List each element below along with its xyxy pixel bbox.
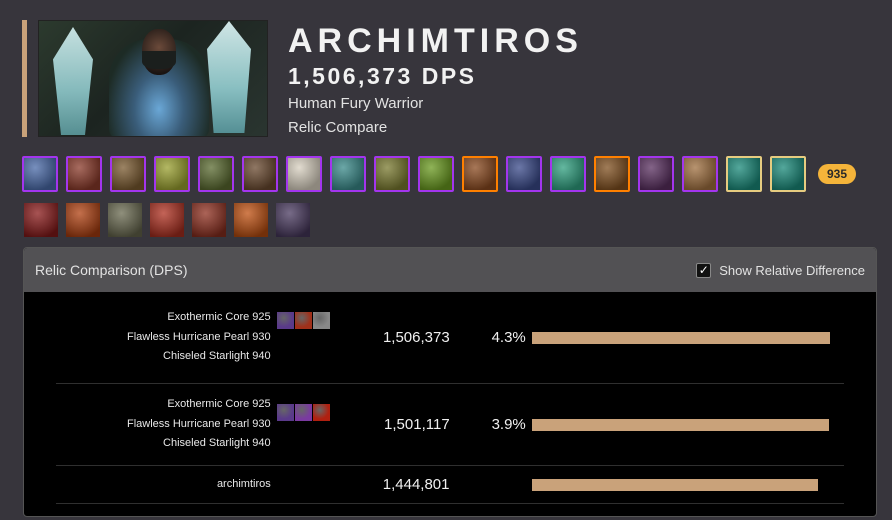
relic-fel-icon[interactable] [276, 404, 294, 421]
relic-name: Exothermic Core 925 [167, 311, 271, 324]
portrait-mask [142, 51, 176, 69]
ring-icon[interactable] [550, 156, 586, 192]
portrait-crystal-right [207, 21, 251, 133]
dps-bar-track [531, 418, 844, 431]
talent-5-icon[interactable] [192, 203, 226, 237]
panel-title: Relic Comparison (DPS) [35, 262, 188, 278]
gear-row: 935 [22, 156, 857, 192]
dps-value: 1,444,801 [382, 476, 450, 493]
talent-4-icon[interactable] [150, 203, 184, 237]
relic-name: Flawless Hurricane Pearl 930 [126, 330, 271, 343]
relic-icons [271, 404, 330, 421]
panel-header: Relic Comparison (DPS) ✓ Show Relative D… [24, 248, 876, 292]
relic-icons [271, 312, 330, 329]
dps-bar [531, 331, 830, 344]
relative-difference: 4.3% [491, 329, 526, 346]
gloves-icon[interactable] [374, 156, 410, 192]
legs-icon[interactable] [462, 156, 498, 192]
ring-2-icon[interactable] [594, 156, 630, 192]
relic-shadow-icon[interactable] [294, 404, 312, 421]
talent-3-icon[interactable] [108, 203, 142, 237]
header-accent-bar [22, 20, 27, 137]
sim-mode: Relic Compare [288, 119, 388, 136]
weapon-icon[interactable] [726, 156, 762, 192]
talent-6-icon[interactable] [234, 203, 268, 237]
offhand-icon[interactable] [770, 156, 806, 192]
shirt-icon[interactable] [242, 156, 278, 192]
talent-7-icon[interactable] [276, 203, 310, 237]
talent-1-icon[interactable] [24, 203, 58, 237]
relic-name: Chiseled Starlight 940 [163, 350, 271, 363]
tabard-icon[interactable] [286, 156, 322, 192]
belt-icon[interactable] [418, 156, 454, 192]
chest-icon[interactable] [198, 156, 234, 192]
relic-list: Exothermic Core 925 Flawless Hurricane Pe… [56, 395, 271, 454]
character-portrait [38, 20, 268, 137]
relic-name: Chiseled Starlight 940 [163, 437, 271, 450]
dps-value: 1,506,373 [382, 329, 450, 346]
trinket-icon[interactable] [638, 156, 674, 192]
relic-fel-icon[interactable] [276, 312, 294, 329]
character-spec: Human Fury Warrior [288, 95, 424, 112]
portrait-crystal-left [53, 27, 93, 135]
talent-2-icon[interactable] [66, 203, 100, 237]
shoulder-icon[interactable] [110, 156, 146, 192]
dps-bar-track [531, 478, 844, 491]
relative-difference-toggle[interactable]: ✓ Show Relative Difference [696, 262, 865, 278]
character-dps: 1,506,373 DPS [288, 63, 477, 89]
boots-icon[interactable] [506, 156, 542, 192]
relic-name: archimtiros [216, 477, 271, 490]
comparison-row: archimtiros 1,444,801 [56, 466, 844, 504]
relic-name: Flawless Hurricane Pearl 930 [126, 417, 271, 430]
relic-fire-icon[interactable] [294, 312, 312, 329]
relative-difference-checkbox[interactable]: ✓ [696, 262, 712, 278]
relic-blood-icon[interactable] [312, 404, 330, 421]
relic-list: archimtiros [56, 475, 271, 495]
relic-list: Exothermic Core 925 Flawless Hurricane Pe… [56, 308, 271, 367]
dps-bar [531, 418, 829, 431]
item-level-badge: 935 [818, 164, 857, 184]
dps-bar [531, 478, 818, 491]
dps-value: 1,501,117 [384, 416, 450, 433]
comparison-rows: Exothermic Core 925 Flawless Hurricane Pe… [24, 292, 876, 504]
comparison-row: Exothermic Core 925 Flawless Hurricane Pe… [56, 292, 844, 384]
comparison-row: Exothermic Core 925 Flawless Hurricane Pe… [56, 384, 844, 466]
relic-name: Exothermic Core 925 [167, 398, 271, 411]
relic-comparison-panel: Relic Comparison (DPS) ✓ Show Relative D… [23, 247, 877, 517]
necklace-icon[interactable] [66, 156, 102, 192]
cloak-icon[interactable] [154, 156, 190, 192]
relative-difference-label: Show Relative Difference [719, 262, 865, 278]
dps-bar-track [531, 331, 844, 344]
talent-row [24, 203, 310, 237]
bracer-icon[interactable] [330, 156, 366, 192]
relative-difference: 3.9% [491, 416, 526, 433]
trinket-2-icon[interactable] [682, 156, 718, 192]
character-name: ARCHIMTIROS [288, 22, 583, 60]
helm-icon[interactable] [22, 156, 58, 192]
relic-iron-icon[interactable] [312, 312, 330, 329]
